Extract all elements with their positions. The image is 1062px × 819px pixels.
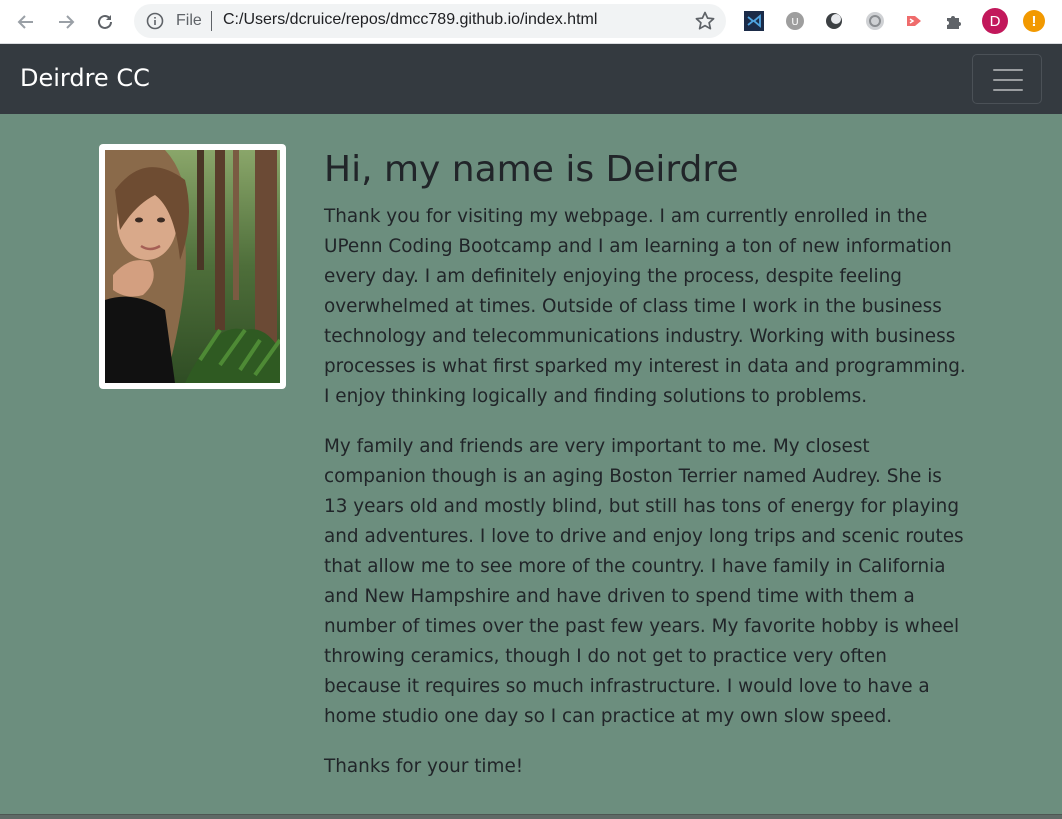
page-bottom-divider <box>0 814 1062 819</box>
about-section: Hi, my name is Deirdre Thank you for vis… <box>324 148 969 802</box>
info-icon[interactable] <box>146 12 164 30</box>
profile-photo-frame <box>99 144 286 389</box>
puzzle-icon[interactable] <box>943 10 965 32</box>
forward-arrow-icon <box>59 15 75 29</box>
browser-toolbar: File C:/Users/dcruice/repos/dmcc789.gith… <box>0 0 1062 44</box>
circle-extension-icon[interactable] <box>823 10 845 32</box>
alert-icon[interactable]: ! <box>1023 10 1045 32</box>
address-separator <box>211 11 212 31</box>
visual-studio-icon[interactable] <box>743 10 765 32</box>
bookmark-star-icon[interactable] <box>694 10 716 32</box>
address-bar[interactable]: File C:/Users/dcruice/repos/dmcc789.gith… <box>134 4 726 38</box>
site-navbar: Deirdre CC <box>0 44 1062 114</box>
about-paragraph-1: Thank you for visiting my webpage. I am … <box>324 206 966 407</box>
page-title: Hi, my name is Deirdre <box>324 149 739 190</box>
back-arrow-icon <box>17 15 33 29</box>
hamburger-icon <box>993 69 1023 71</box>
about-paragraph-2: My family and friends are very important… <box>324 436 964 727</box>
forward-button[interactable] <box>52 8 80 36</box>
grey-circle-extension-icon[interactable] <box>864 10 886 32</box>
navbar-toggler-button[interactable] <box>972 54 1042 104</box>
navbar-brand[interactable]: Deirdre CC <box>20 64 150 92</box>
reload-button[interactable] <box>91 8 119 36</box>
ublock-icon[interactable]: U <box>784 10 806 32</box>
hamburger-icon-bar <box>993 89 1023 91</box>
reload-icon <box>98 14 112 29</box>
arrow-extension-icon[interactable] <box>903 10 925 32</box>
file-label: File <box>176 12 202 29</box>
profile-avatar[interactable]: D <box>982 8 1008 34</box>
profile-photo <box>105 150 280 383</box>
hamburger-icon-bar <box>993 79 1023 81</box>
svg-text:U: U <box>791 17 798 28</box>
url-text[interactable]: C:/Users/dcruice/repos/dmcc789.github.io… <box>223 11 597 29</box>
back-button[interactable] <box>12 8 40 36</box>
about-paragraph-3: Thanks for your time! <box>324 756 524 777</box>
